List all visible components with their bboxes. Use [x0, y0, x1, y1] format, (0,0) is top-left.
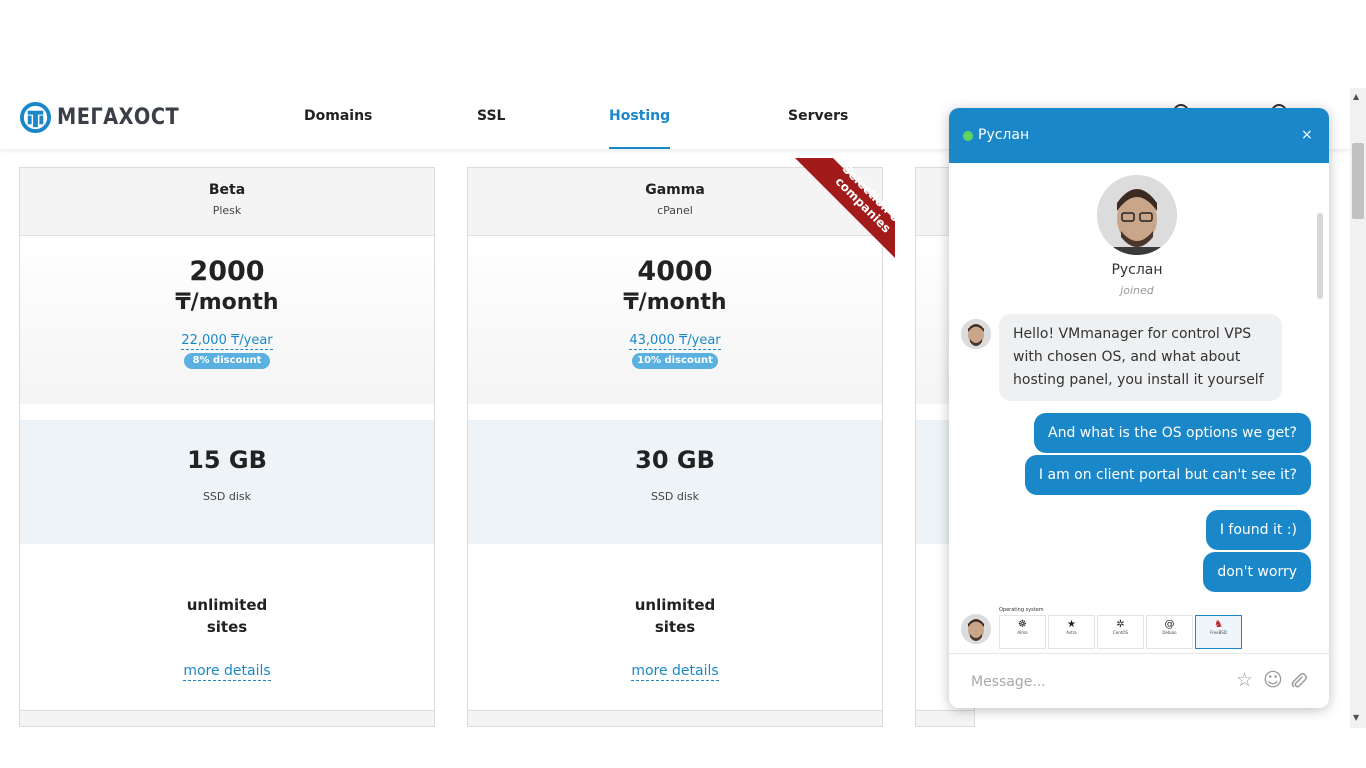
more-details-link[interactable]: more details	[631, 662, 719, 681]
agent-avatar	[1097, 175, 1177, 255]
chat-input-bar: ☆ ☺	[949, 653, 1329, 708]
os-option-name: Debian	[1162, 630, 1177, 635]
os-option-name: CentOS	[1112, 630, 1129, 635]
sites-block: unlimited sites more details	[20, 544, 434, 710]
agent-avatar-image	[961, 319, 991, 349]
page-scrollbar-thumb[interactable]	[1352, 143, 1364, 219]
disk-block: 15 GB SSD disk	[20, 420, 434, 544]
agent-name: Руслан	[1111, 262, 1163, 278]
paperclip-icon[interactable]	[1290, 672, 1308, 690]
featured-ribbon: Selection of companies	[795, 158, 895, 258]
user-message: I found it :)	[1205, 510, 1311, 550]
agent-avatar-small	[961, 614, 991, 644]
chat-scrollbar[interactable]	[1317, 213, 1323, 299]
price-block: 4000 ₸/month 43,000 ₸/year 10% discount	[468, 236, 882, 404]
price-unit: ₸/month	[175, 290, 279, 315]
chat-widget: Руслан × Руслан joined Hello! VMmanager …	[949, 108, 1329, 708]
os-option-name: Alma	[1017, 630, 1028, 635]
logo-text: МЕГАХОСТ	[57, 105, 180, 130]
sites-value: unlimited	[634, 596, 716, 614]
os-option: ★ Astra	[1048, 615, 1095, 649]
nav-servers[interactable]: Servers	[788, 108, 848, 149]
os-logo-icon: ✲	[1116, 619, 1125, 630]
plan-card-footer	[20, 710, 434, 726]
disk-label: SSD disk	[202, 490, 252, 503]
agent-message: Hello! VMmanager for control VPS with ch…	[999, 314, 1282, 401]
sites-value: unlimited	[186, 596, 268, 614]
nav-hosting[interactable]: Hosting	[609, 108, 671, 149]
os-option: @ Debian	[1146, 615, 1193, 649]
agent-avatar-image	[1097, 175, 1177, 255]
plan-card-beta: Beta Plesk 2000 ₸/month 22,000 ₸/year 8%…	[19, 167, 435, 727]
sites-label: sites	[206, 618, 248, 636]
os-logo-icon: ♞	[1214, 619, 1223, 630]
smile-icon[interactable]: ☺	[1263, 670, 1283, 690]
chat-header: Руслан ×	[949, 108, 1329, 163]
price-value: 4000	[637, 256, 713, 287]
spacer	[20, 404, 434, 420]
user-message: don't worry	[1203, 552, 1311, 592]
agent-avatar-image	[961, 614, 991, 644]
os-option-name: FreeBSD	[1210, 630, 1227, 635]
scroll-down-icon[interactable]: ▼	[1353, 713, 1359, 722]
price-year-link[interactable]: 43,000 ₸/year	[629, 332, 721, 350]
ribbon-text: Selection of companies	[832, 161, 895, 236]
price-year-link[interactable]: 22,000 ₸/year	[181, 332, 273, 350]
discount-badge: 8% discount	[184, 353, 270, 369]
disk-value: 30 GB	[635, 446, 715, 474]
os-option: ✲ CentOS	[1097, 615, 1144, 649]
nav-ssl[interactable]: SSL	[477, 108, 505, 149]
disk-value: 15 GB	[187, 446, 267, 474]
scroll-up-icon[interactable]: ▲	[1353, 92, 1359, 101]
nav-domains[interactable]: Domains	[304, 108, 372, 149]
agent-joined-status: joined	[1120, 284, 1154, 297]
discount-badge: 10% discount	[632, 353, 718, 369]
message-input[interactable]	[971, 674, 1211, 690]
os-logo-icon: @	[1164, 619, 1175, 630]
plan-card-footer	[916, 710, 974, 726]
attachment-title: Operating system	[999, 607, 1044, 613]
sites-block: unlimited sites more details	[468, 544, 882, 710]
page: МЕГАХОСТ Domains SSL Hosting Servers ▲ ▼…	[0, 0, 1366, 768]
agent-avatar-small	[961, 319, 991, 349]
os-options: ☸ Alma ★ Astra ✲ CentOS @ Debian ♞ FreeBSD	[999, 615, 1249, 649]
plan-panel: Plesk	[212, 204, 242, 217]
chat-agent-title: Руслан	[978, 127, 1030, 143]
os-logo-icon: ★	[1067, 619, 1076, 630]
user-message: I am on client portal but can't see it?	[1024, 455, 1311, 495]
price-value: 2000	[189, 256, 265, 287]
logo-icon	[20, 102, 51, 133]
user-message: And what is the OS options we get?	[1034, 413, 1311, 453]
plan-card-footer	[468, 710, 882, 726]
close-icon[interactable]: ×	[1301, 127, 1313, 143]
os-option-name: Astra	[1066, 630, 1077, 635]
chat-messages[interactable]: Руслан joined Hello! VMmanager for contr…	[949, 163, 1329, 653]
os-option-selected: ♞ FreeBSD	[1195, 615, 1242, 649]
disk-label: SSD disk	[650, 490, 700, 503]
plan-name: Beta	[208, 182, 246, 198]
image-attachment[interactable]: Operating system ☸ Alma ★ Astra ✲ CentOS @ D…	[999, 607, 1249, 653]
spacer	[468, 404, 882, 420]
plan-card-header: Beta Plesk	[20, 168, 434, 236]
logo[interactable]: МЕГАХОСТ	[20, 102, 196, 133]
more-details-link[interactable]: more details	[183, 662, 271, 681]
price-block: 2000 ₸/month 22,000 ₸/year 8% discount	[20, 236, 434, 404]
online-status-icon	[963, 131, 973, 141]
os-option: ☸ Alma	[999, 615, 1046, 649]
price-unit: ₸/month	[623, 290, 727, 315]
disk-block: 30 GB SSD disk	[468, 420, 882, 544]
star-icon[interactable]: ☆	[1236, 670, 1253, 690]
sites-label: sites	[654, 618, 696, 636]
os-logo-icon: ☸	[1018, 619, 1027, 630]
